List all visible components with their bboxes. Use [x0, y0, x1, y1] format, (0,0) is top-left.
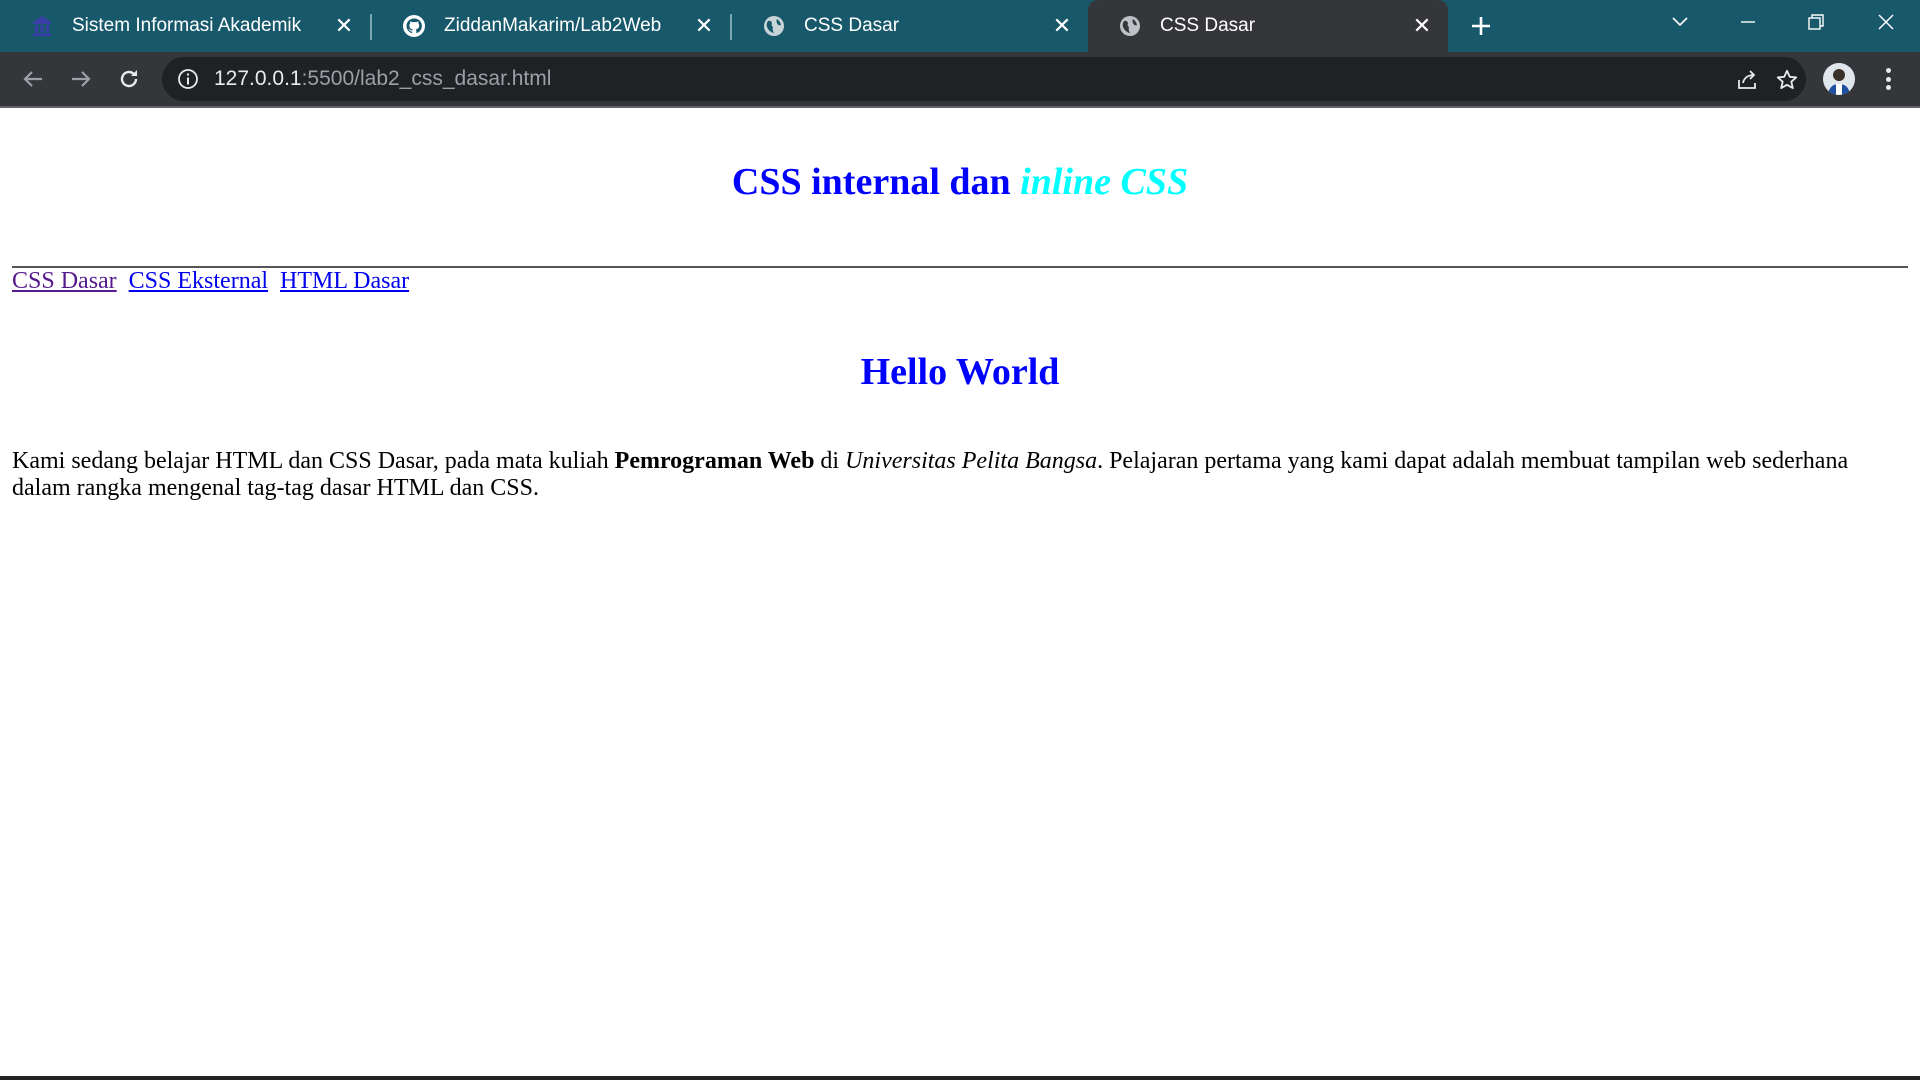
browser-menu-icon[interactable] — [1876, 64, 1900, 94]
nav-link-css-eksternal[interactable]: CSS Eksternal — [129, 268, 268, 294]
browser-toolbar: 127.0.0.1:5500/lab2_css_dasar.html — [0, 52, 1920, 106]
page-heading: CSS internal dan inline CSS — [0, 160, 1920, 204]
nav-link-css-dasar[interactable]: CSS Dasar — [12, 268, 117, 294]
tab-title: Sistem Informasi Akademik — [72, 15, 302, 36]
close-icon[interactable]: ✕ — [690, 12, 718, 40]
back-icon[interactable] — [16, 62, 50, 96]
tab-title: CSS Dasar — [804, 15, 900, 36]
course-name: Pemrograman Web — [614, 448, 815, 474]
url-host: 127.0.0.1 — [214, 67, 302, 90]
forward-icon[interactable] — [64, 62, 98, 96]
hello-heading: Hello World — [860, 351, 1060, 393]
site-info-icon[interactable] — [176, 67, 200, 91]
url-path: :5500/lab2_css_dasar.html — [301, 67, 552, 90]
minimize-icon[interactable] — [1718, 0, 1778, 44]
intro-paragraph: Kami sedang belajar HTML dan CSS Dasar, … — [12, 448, 1892, 502]
nav-link-html-dasar[interactable]: HTML Dasar — [280, 268, 409, 294]
close-window-icon[interactable] — [1856, 0, 1916, 44]
tab-title: CSS Dasar — [1160, 15, 1256, 36]
paragraph-text: Kami sedang belajar HTML dan CSS Dasar, … — [12, 448, 615, 474]
page-nav: CSS Dasar CSS Eksternal HTML Dasar — [12, 268, 415, 295]
globe-icon — [1118, 14, 1142, 38]
paragraph-text: di — [814, 448, 846, 474]
url-text[interactable]: 127.0.0.1:5500/lab2_css_dasar.html — [214, 67, 551, 91]
restore-icon[interactable] — [1786, 0, 1846, 44]
address-bar[interactable]: 127.0.0.1:5500/lab2_css_dasar.html — [162, 57, 1806, 101]
close-icon[interactable]: ✕ — [330, 12, 358, 40]
share-icon[interactable] — [1734, 67, 1760, 93]
tab-css-dasar[interactable]: CSS Dasar ✕ — [732, 0, 1088, 52]
tab-search-icon[interactable] — [1650, 0, 1710, 44]
tab-title: ZiddanMakarim/Lab2Web — [444, 15, 662, 36]
profile-avatar[interactable] — [1823, 63, 1855, 95]
tab-css-dasar-active[interactable]: CSS Dasar ✕ — [1088, 0, 1448, 52]
globe-icon — [762, 14, 786, 38]
university-logo-icon — [30, 14, 54, 38]
close-icon[interactable]: ✕ — [1408, 12, 1436, 40]
window-bottom-edge — [0, 1076, 1920, 1080]
university-name: Universitas Pelita Bangsa — [845, 448, 1098, 474]
tab-sistem-informasi-akademik[interactable]: Sistem Informasi Akademik ✕ — [0, 0, 370, 52]
heading-text: CSS internal dan — [731, 161, 1021, 203]
tab-strip: Sistem Informasi Akademik ✕ ZiddanMakari… — [0, 0, 1920, 52]
close-icon[interactable]: ✕ — [1048, 12, 1076, 40]
tab-lab2web[interactable]: ZiddanMakarim/Lab2Web ✕ — [372, 0, 730, 52]
heading-inline-text: inline CSS — [1020, 161, 1189, 203]
new-tab-button[interactable] — [1465, 10, 1497, 42]
bookmark-star-icon[interactable] — [1774, 67, 1800, 93]
github-icon — [402, 14, 426, 38]
web-page-content: CSS internal dan inline CSS CSS Dasar CS… — [0, 108, 1920, 1078]
reload-icon[interactable] — [112, 62, 146, 96]
